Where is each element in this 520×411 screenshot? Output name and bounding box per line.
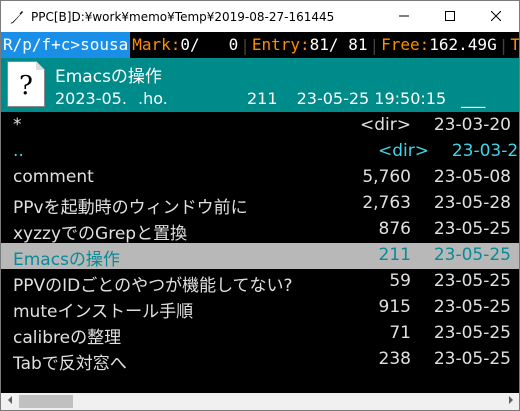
entry-date: 23-05-25: [433, 271, 511, 291]
info-trail: ___: [461, 89, 486, 108]
entry-size: 5,760: [362, 167, 411, 187]
list-item[interactable]: PPvを起動時のウィンドウ前に 2,763 23-05-28: [1, 191, 519, 218]
entry-size: 238: [378, 349, 411, 369]
list-item[interactable]: comment 5,760 23-05-08: [1, 165, 519, 191]
entry-size: 915: [378, 297, 411, 317]
entry-size: <dir>: [378, 141, 429, 161]
maximize-button[interactable]: [427, 1, 473, 32]
maximize-icon: [445, 9, 455, 25]
close-button[interactable]: [473, 1, 519, 32]
entry-date: 23-05-25: [433, 297, 511, 317]
entry-size: 876: [378, 219, 411, 239]
list-item[interactable]: Tabで反対窓へ 238 23-05-25: [1, 347, 519, 374]
scroll-right-button[interactable]: [502, 393, 519, 410]
list-item[interactable]: xyzzyでのGrepと置換 876 23-05-25: [1, 217, 519, 244]
entry-date: 23-03-20: [451, 141, 519, 161]
entry-date: 23-05-25: [433, 219, 511, 239]
entry-name: calibreの整理: [13, 328, 122, 348]
entry-name: ..: [13, 141, 24, 161]
entry-name: Tabで反対窓へ: [13, 354, 127, 374]
title-bar[interactable]: PPC[B]D:¥work¥memo¥Temp¥2019-08-27-16144…: [1, 1, 519, 32]
total-status: Tot: [508, 32, 519, 58]
entry-name: *: [13, 115, 22, 135]
minimize-button[interactable]: [381, 1, 427, 32]
horizontal-scrollbar[interactable]: [1, 393, 519, 410]
info-size: 211: [246, 89, 278, 108]
entry-name: muteインストール手順: [13, 302, 194, 322]
window-controls: [381, 1, 519, 32]
entry-name: Emacsの操作: [13, 250, 120, 270]
list-item[interactable]: calibreの整理 71 23-05-25: [1, 321, 519, 348]
scrollbar-thumb[interactable]: [19, 395, 73, 408]
info-extension: .ho.: [138, 89, 168, 108]
chevron-left-icon: [6, 396, 14, 407]
free-status: Free:162.49G: [379, 32, 499, 58]
entry-date: 23-05-25: [433, 245, 511, 265]
mark-value: 0/ 0: [180, 35, 239, 54]
info-date-prefix: 2023-05.: [55, 89, 127, 108]
entry-date: 23-05-25: [433, 349, 511, 369]
entry-status: Entry:81/ 81: [250, 32, 370, 58]
entry-name: PPvを起動時のウィンドウ前に: [13, 198, 248, 218]
entry-date: 23-03-20: [433, 115, 511, 135]
list-item-selected[interactable]: Emacsの操作 211 23-05-25: [1, 243, 519, 270]
entry-size: 59: [389, 271, 411, 291]
free-label: Free:: [381, 35, 430, 54]
list-item[interactable]: * <dir> 23-03-20: [1, 113, 519, 139]
close-icon: [490, 9, 502, 25]
entry-size: 211: [378, 245, 411, 265]
list-item-parent-dir[interactable]: .. <dir> 23-03-20: [1, 139, 519, 165]
entry-value: 81/ 81: [309, 35, 368, 54]
mark-label: Mark:: [132, 35, 181, 54]
info-details: 2023-05. .ho. 211 23-05-25 19:50:15 ___: [55, 89, 485, 108]
window-title: PPC[B]D:¥work¥memo¥Temp¥2019-08-27-16144…: [31, 9, 335, 24]
chevron-right-icon: [507, 396, 515, 407]
entry-date: 23-05-08: [433, 167, 511, 187]
path-indicator[interactable]: R/p/f+c>sousa: [1, 32, 131, 58]
info-datetime: 23-05-25 19:50:15: [296, 89, 447, 108]
list-item[interactable]: muteインストール手順 915 23-05-25: [1, 295, 519, 322]
status-bar: R/p/f+c>sousa Mark:0/ 0 | Entry:81/ 81 |…: [1, 32, 519, 58]
entry-size: 71: [389, 323, 411, 343]
ppc-app-icon: [9, 9, 25, 25]
unknown-file-icon: ?: [7, 61, 45, 107]
entry-size: 2,763: [362, 193, 411, 213]
scroll-left-button[interactable]: [1, 393, 18, 410]
free-value: 162.49G: [429, 35, 497, 54]
file-info-panel: ? Emacsの操作 2023-05. .ho. 211 23-05-25 19…: [1, 58, 519, 112]
entry-name: xyzzyでのGrepと置換: [13, 224, 188, 244]
ppc-window: PPC[B]D:¥work¥memo¥Temp¥2019-08-27-16144…: [0, 0, 520, 411]
list-item[interactable]: PPVのIDごとのやつが機能してない? 59 23-05-25: [1, 269, 519, 296]
mark-status: Mark:0/ 0: [130, 32, 240, 58]
entry-size: <dir>: [360, 115, 411, 135]
file-list[interactable]: *<dir>23-03-20 ..<dir>23-03-20 comment5,…: [1, 113, 519, 393]
entry-name: PPVのIDごとのやつが機能してない?: [13, 276, 293, 296]
info-file-name: Emacsの操作: [55, 67, 162, 87]
entry-name: comment: [13, 167, 94, 187]
entry-label: Entry:: [251, 35, 310, 54]
minimize-icon: [399, 9, 409, 25]
entry-date: 23-05-28: [433, 193, 511, 213]
entry-date: 23-05-25: [433, 323, 511, 343]
